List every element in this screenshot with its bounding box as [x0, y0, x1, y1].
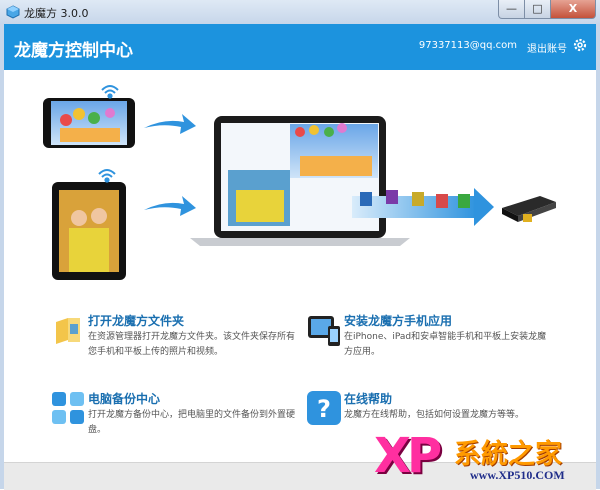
wifi-icon [98, 169, 116, 183]
logout-link[interactable]: 退出账号 [527, 40, 567, 55]
gear-icon[interactable] [572, 37, 588, 53]
phone-app-icon [308, 316, 340, 346]
hard-drive-icon [502, 196, 556, 222]
window-title: 龙魔方 3.0.0 [24, 7, 89, 20]
account-email: 97337113@qq.com [418, 40, 517, 51]
minimize-button[interactable]: — [498, 0, 525, 19]
open-folder-item[interactable]: 打开龙魔方文件夹 在资源管理器打开龙魔方文件夹。该文件夹保存所有您手机和平板上传… [50, 312, 295, 362]
folder-icon [56, 318, 80, 344]
watermark-url: www.XP510.COM [470, 468, 565, 482]
install-app-item[interactable]: 安装龙魔方手机应用 在iPhone、iPad和安卓智能手机和平板上安装龙魔方应用… [306, 312, 556, 362]
feature-title: 打开龙魔方文件夹 [88, 314, 185, 328]
help-icon: ? [307, 391, 341, 425]
tablet-device [52, 182, 126, 280]
svg-text:?: ? [317, 395, 331, 423]
watermark-name: 系統之家 [454, 439, 562, 470]
watermark-logo: XP [374, 428, 442, 484]
feature-description: 在资源管理器打开龙魔方文件夹。该文件夹保存所有您手机和平板上传的照片和视频。 [88, 332, 296, 357]
backup-center-item[interactable]: 电脑备份中心 打开龙魔方备份中心，把电脑里的文件备份到外置硬盘。 [50, 390, 295, 440]
feature-title: 电脑备份中心 [88, 392, 161, 406]
arrow-icon [144, 196, 196, 216]
arrow-icon [474, 188, 494, 226]
feature-title: 在线帮助 [344, 392, 393, 406]
feature-title: 安装龙魔方手机应用 [344, 314, 453, 328]
title-bar: 龙魔方 3.0.0 — □ X [0, 0, 600, 25]
feature-description: 在iPhone、iPad和安卓智能手机和平板上安装龙魔方应用。 [344, 332, 547, 357]
watermark: XP 系統之家 www.XP510.COM [374, 428, 594, 488]
phone-device [43, 98, 135, 148]
maximize-button[interactable]: □ [525, 0, 551, 19]
hero-illustration [43, 85, 556, 280]
header-bar: 龙魔方控制中心 97337113@qq.com 退出账号 [4, 24, 596, 70]
feature-description: 打开龙魔方备份中心，把电脑里的文件备份到外置硬盘。 [88, 410, 296, 435]
backup-icon [52, 392, 84, 424]
page-title: 龙魔方控制中心 [14, 41, 133, 61]
laptop-device [190, 116, 410, 246]
app-logo-icon [6, 5, 20, 19]
arrow-icon [144, 114, 196, 134]
close-button[interactable]: X [551, 0, 596, 19]
window-frame-right [596, 24, 600, 489]
wifi-icon [101, 85, 119, 99]
feature-description: 龙魔方在线帮助，包括如何设置龙魔方等等。 [344, 410, 525, 420]
